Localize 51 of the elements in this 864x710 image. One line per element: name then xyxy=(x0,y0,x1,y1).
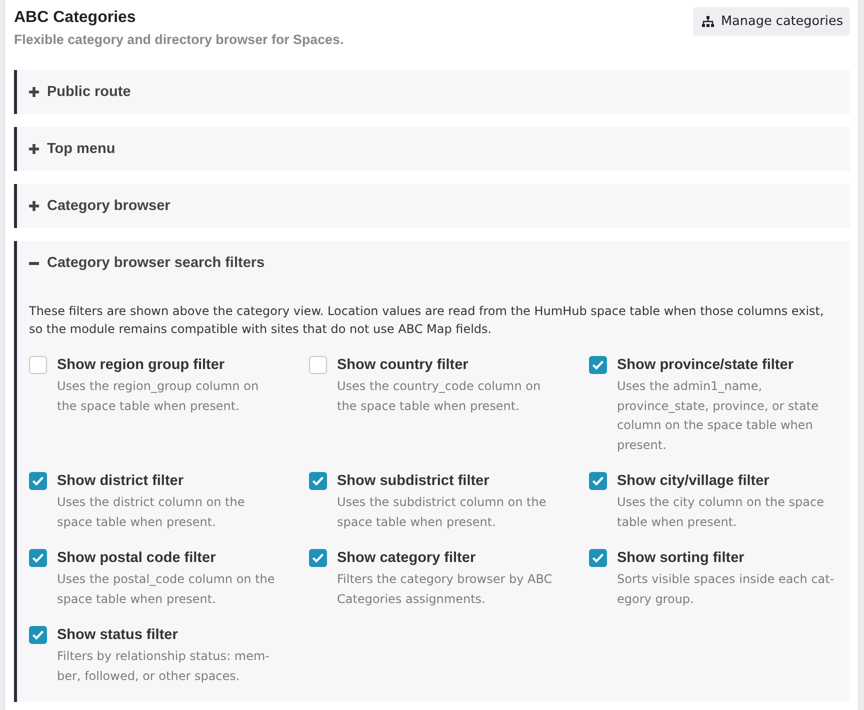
checkbox[interactable] xyxy=(589,472,607,490)
manage-categories-button[interactable]: Manage categories xyxy=(693,7,850,36)
checkbox[interactable] xyxy=(29,472,47,490)
plus-icon xyxy=(29,144,39,154)
plus-icon xyxy=(29,87,39,97)
option-description: Uses the postal_code column on the space table when present. xyxy=(57,571,276,608)
checkmark-icon xyxy=(592,360,604,370)
option-description: Uses the region_group column on the space table when present. xyxy=(57,378,260,414)
checkbox[interactable] xyxy=(309,549,327,567)
option-label[interactable]: Show region group filter xyxy=(57,355,225,375)
option-label[interactable]: Show subdistrict filter xyxy=(337,471,490,491)
option-description: Uses the admin1_name, province_state, province, or state column on the space table when present. xyxy=(617,378,820,454)
option-description: Uses the city column on the space table when present. xyxy=(617,494,826,530)
page-title: ABC Categories xyxy=(14,8,137,28)
checkbox[interactable] xyxy=(589,549,607,567)
checkmark-icon xyxy=(312,553,324,563)
checkbox[interactable] xyxy=(29,356,47,374)
checkmark-icon xyxy=(32,476,44,486)
option-label[interactable]: Show province/state filter xyxy=(617,355,794,375)
checkbox[interactable] xyxy=(29,549,47,567)
section-description: These filters are shown above the category view. Location values are read from the HumHub space table when those columns exist, so the module remains compatible with sites that do not use ABC Map fields. xyxy=(29,303,825,338)
page-subtitle: Flexible category and directory browser for Spaces. xyxy=(14,31,344,49)
section-header[interactable]: Category browser xyxy=(17,184,850,228)
section-header[interactable]: Top menu xyxy=(17,127,850,171)
option-description: Uses the subdistrict column on the space table when present. xyxy=(337,494,548,530)
checkbox[interactable] xyxy=(309,472,327,490)
section-header[interactable]: Category browser search filters xyxy=(17,241,850,285)
option-description: Uses the district column on the space table when present. xyxy=(57,494,246,530)
option-description: Filters the category browser by ABC Categories assignments. xyxy=(337,571,554,608)
checkbox[interactable] xyxy=(309,356,327,374)
option-description: Uses the country_code column on the space table when present. xyxy=(337,378,542,414)
option-label[interactable]: Show country filter xyxy=(337,355,468,375)
minus-icon xyxy=(29,262,39,264)
option-description: Filters by relationship status: mem-ber, followed, or other spaces. xyxy=(57,648,270,684)
checkmark-icon xyxy=(32,553,44,563)
checkbox[interactable] xyxy=(589,356,607,374)
option-label[interactable]: Show sorting filter xyxy=(617,548,744,568)
checkmark-icon xyxy=(32,630,44,640)
option-description: Sorts visible spaces inside each cat-egory group. xyxy=(617,571,836,608)
section-header[interactable]: Public route xyxy=(17,70,850,114)
plus-icon xyxy=(29,201,39,211)
checkbox[interactable] xyxy=(29,626,47,644)
option-label[interactable]: Show city/village filter xyxy=(617,471,770,491)
option-label[interactable]: Show category filter xyxy=(337,548,476,568)
option-label[interactable]: Show status filter xyxy=(57,625,178,645)
checkmark-icon xyxy=(592,476,604,486)
checkmark-icon xyxy=(592,553,604,563)
option-label[interactable]: Show postal code filter xyxy=(57,548,216,568)
option-label[interactable]: Show district filter xyxy=(57,471,184,491)
checkmark-icon xyxy=(312,476,324,486)
hierarchy-icon xyxy=(702,16,714,27)
